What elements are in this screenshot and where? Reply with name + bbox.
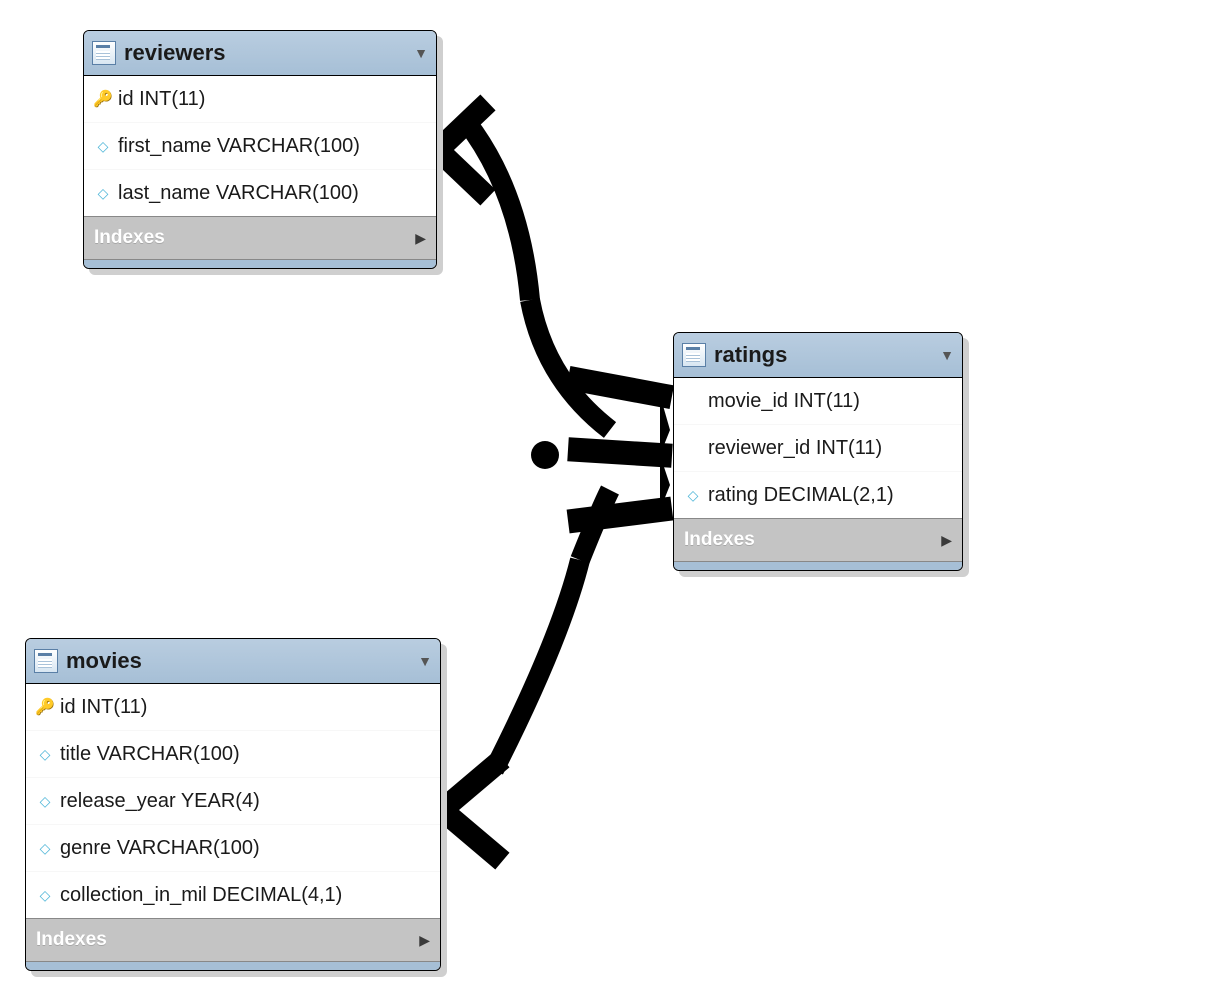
primary-key-icon: 🔑	[94, 89, 112, 109]
column-diamond-icon: ◇	[94, 138, 112, 155]
column-row[interactable]: ◇ collection_in_mil DECIMAL(4,1)	[26, 871, 440, 918]
collapse-icon[interactable]: ▼	[414, 45, 428, 61]
table-reviewers[interactable]: reviewers ▼ 🔑 id INT(11) ◇ first_name VA…	[83, 30, 437, 269]
expand-icon[interactable]: ▶	[941, 532, 952, 549]
expand-icon[interactable]: ▶	[415, 230, 426, 247]
table-title: movies	[66, 648, 418, 674]
table-header[interactable]: ratings ▼	[674, 333, 962, 378]
primary-key-icon: 🔑	[36, 697, 54, 717]
table-footer-cap	[674, 561, 962, 570]
connector-movies-origin	[442, 490, 610, 854]
indexes-label: Indexes	[684, 529, 755, 551]
column-text: release_year YEAR(4)	[60, 790, 260, 813]
table-icon	[682, 343, 706, 367]
column-text: reviewer_id INT(11)	[708, 437, 882, 460]
column-row[interactable]: reviewer_id INT(11)	[674, 424, 962, 471]
indexes-section[interactable]: Indexes ▶	[84, 216, 436, 259]
table-title: reviewers	[124, 40, 414, 66]
table-header[interactable]: movies ▼	[26, 639, 440, 684]
column-diamond-icon: ◇	[36, 746, 54, 763]
column-list: 🔑 id INT(11) ◇ title VARCHAR(100) ◇ rele…	[26, 684, 440, 918]
collapse-icon[interactable]: ▼	[418, 653, 432, 669]
column-row[interactable]: ◇ genre VARCHAR(100)	[26, 824, 440, 871]
column-row[interactable]: ◇ first_name VARCHAR(100)	[84, 122, 436, 169]
column-diamond-icon: ◇	[36, 840, 54, 857]
column-text: movie_id INT(11)	[708, 390, 860, 413]
column-text: rating DECIMAL(2,1)	[708, 484, 894, 507]
table-icon	[92, 41, 116, 65]
collapse-icon[interactable]: ▼	[940, 347, 954, 363]
column-diamond-icon: ◇	[36, 887, 54, 904]
column-text: id INT(11)	[60, 696, 147, 719]
indexes-section[interactable]: Indexes ▶	[26, 918, 440, 961]
column-text: first_name VARCHAR(100)	[118, 135, 360, 158]
indexes-label: Indexes	[36, 929, 107, 951]
table-footer-cap	[84, 259, 436, 268]
table-icon	[34, 649, 58, 673]
column-text: title VARCHAR(100)	[60, 743, 240, 766]
table-ratings[interactable]: ratings ▼ movie_id INT(11) reviewer_id I…	[673, 332, 963, 571]
table-movies[interactable]: movies ▼ 🔑 id INT(11) ◇ title VARCHAR(10…	[25, 638, 441, 971]
column-text: id INT(11)	[118, 88, 205, 111]
column-row[interactable]: 🔑 id INT(11)	[84, 76, 436, 122]
diagram-canvas: { "tables": { "reviewers": { "title": "r…	[0, 0, 1212, 1000]
indexes-label: Indexes	[94, 227, 165, 249]
column-row[interactable]: ◇ last_name VARCHAR(100)	[84, 169, 436, 216]
column-row[interactable]: ◇ release_year YEAR(4)	[26, 777, 440, 824]
column-text: genre VARCHAR(100)	[60, 837, 260, 860]
table-header[interactable]: reviewers ▼	[84, 31, 436, 76]
column-list: movie_id INT(11) reviewer_id INT(11) ◇ r…	[674, 378, 962, 518]
column-diamond-icon: ◇	[684, 487, 702, 504]
column-row[interactable]: ◇ title VARCHAR(100)	[26, 730, 440, 777]
column-text: last_name VARCHAR(100)	[118, 182, 359, 205]
column-diamond-icon: ◇	[36, 793, 54, 810]
column-text: collection_in_mil DECIMAL(4,1)	[60, 884, 342, 907]
column-row[interactable]: ◇ rating DECIMAL(2,1)	[674, 471, 962, 518]
indexes-section[interactable]: Indexes ▶	[674, 518, 962, 561]
table-title: ratings	[714, 342, 940, 368]
column-list: 🔑 id INT(11) ◇ first_name VARCHAR(100) ◇…	[84, 76, 436, 216]
column-row[interactable]: 🔑 id INT(11)	[26, 684, 440, 730]
expand-icon[interactable]: ▶	[419, 932, 430, 949]
column-diamond-icon: ◇	[94, 185, 112, 202]
column-row[interactable]: movie_id INT(11)	[674, 378, 962, 424]
table-footer-cap	[26, 961, 440, 970]
